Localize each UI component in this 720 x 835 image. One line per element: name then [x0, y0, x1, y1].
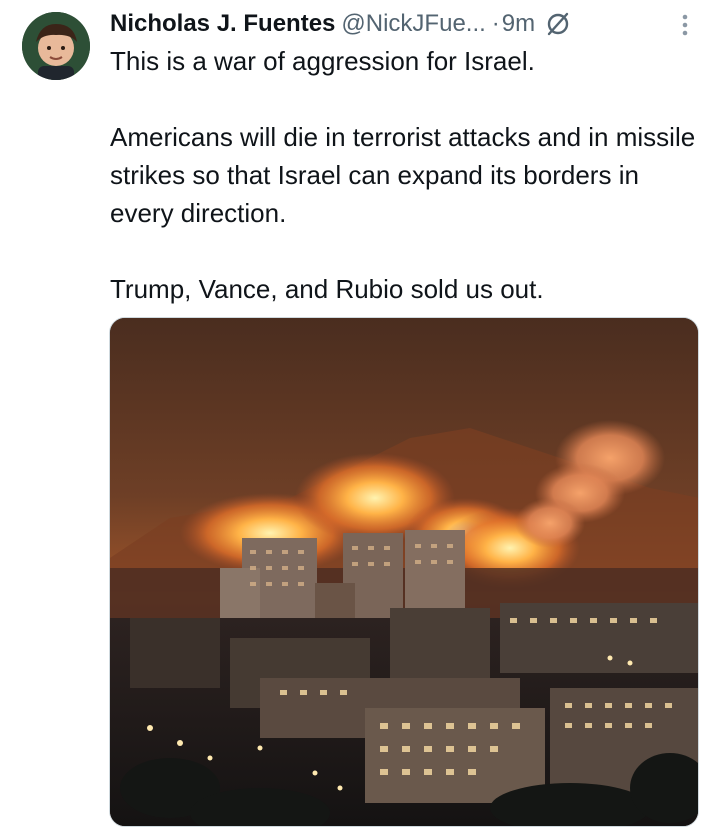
city-explosions-photo: [110, 318, 698, 826]
tweet-line-3: Trump, Vance, and Rubio sold us out.: [110, 274, 544, 304]
more-vertical-icon[interactable]: [670, 10, 700, 40]
separator-dot: ·: [491, 10, 500, 37]
avatar[interactable]: [22, 12, 90, 80]
author-name[interactable]: Nicholas J. Fuentes: [110, 8, 335, 40]
tweet-header: Nicholas J. Fuentes @NickJFue... · 9m: [110, 6, 710, 42]
timestamp[interactable]: 9m: [502, 8, 535, 40]
tweet-photo[interactable]: [109, 317, 699, 827]
tweet[interactable]: Nicholas J. Fuentes @NickJFue... · 9m Th…: [0, 0, 720, 835]
tweet-text: This is a war of aggression for Israel. …: [110, 42, 700, 308]
tweet-line-1: This is a war of aggression for Israel.: [110, 46, 535, 76]
tweet-line-2: Americans will die in terrorist attacks …: [110, 122, 696, 228]
author-handle[interactable]: @NickJFue...: [341, 8, 485, 40]
mute-slash-circle-icon: [545, 11, 571, 37]
